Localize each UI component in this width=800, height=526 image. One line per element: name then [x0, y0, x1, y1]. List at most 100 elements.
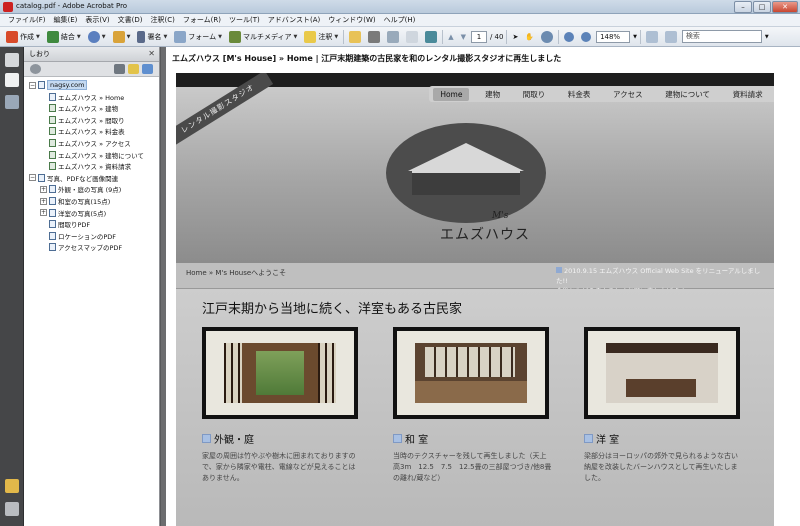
- search-input[interactable]: 検索: [681, 30, 762, 43]
- bookmark-label: エムズハウス » 資料請求: [58, 163, 132, 172]
- nav-request[interactable]: 資料請求: [726, 87, 770, 102]
- bookmark-item[interactable]: + 洋室の写真(5点): [40, 208, 106, 218]
- bookmark-item[interactable]: + 和室の写真(15点): [40, 196, 110, 206]
- menu-comments[interactable]: 注釈(C): [147, 15, 179, 25]
- bookmark-label: 外観・庭の写真 (9点): [58, 186, 122, 195]
- bookmark-item[interactable]: 間取りPDF: [40, 219, 90, 229]
- select-tool-button[interactable]: ➤: [510, 29, 520, 45]
- bookmark-item[interactable]: エムズハウス » 建物: [40, 103, 118, 113]
- menu-document[interactable]: 文書(D): [114, 15, 147, 25]
- bookmark-item[interactable]: − nagsy.com: [29, 80, 88, 90]
- save-button[interactable]: [385, 29, 401, 45]
- feature-card-exterior: 外観・庭 家屋の周囲は竹やぶや樹木に囲まれておりますので、家から隣家や電柱、電線…: [202, 327, 358, 482]
- pages-icon[interactable]: [5, 53, 19, 67]
- bookmark-item[interactable]: エムズハウス » 間取り: [40, 115, 125, 125]
- menu-forms[interactable]: フォーム(R): [179, 15, 225, 25]
- multimedia-button[interactable]: マルチメディア ▼: [227, 29, 299, 45]
- nav-floorplan[interactable]: 間取り: [516, 87, 553, 102]
- japanese-room-photo[interactable]: [415, 343, 527, 403]
- signatures-icon[interactable]: [5, 95, 19, 109]
- zoom-out-button[interactable]: [562, 29, 576, 45]
- menu-window[interactable]: ウィンドウ(W): [324, 15, 379, 25]
- chevron-down-icon: ▼: [36, 33, 40, 40]
- page-number-input[interactable]: 1: [470, 30, 487, 43]
- delete-bookmark-icon[interactable]: [114, 64, 125, 74]
- bookmarks-icon[interactable]: [5, 73, 19, 87]
- combine-button[interactable]: 結合 ▼: [45, 29, 83, 45]
- nav-about-building[interactable]: 建物について: [658, 87, 717, 102]
- bookmark-label: nagsy.com: [47, 80, 88, 90]
- prev-page-button[interactable]: ▲: [446, 29, 455, 45]
- expand-icon[interactable]: +: [40, 209, 47, 217]
- comment-button[interactable]: 注釈 ▼: [302, 29, 340, 45]
- expand-bookmark-icon[interactable]: [142, 64, 153, 74]
- menu-tools[interactable]: ツール(T): [225, 15, 264, 25]
- chevron-down-icon[interactable]: ▼: [765, 34, 769, 40]
- collapse-icon[interactable]: −: [29, 174, 36, 182]
- options-icon[interactable]: [30, 64, 41, 74]
- bookmark-item[interactable]: エムズハウス » 建物について: [40, 150, 144, 160]
- zoom-in-button[interactable]: [579, 29, 593, 45]
- collaborate-button[interactable]: ▼: [86, 29, 108, 45]
- bookmark-item[interactable]: アクセスマップのPDF: [40, 242, 122, 252]
- collapse-icon[interactable]: −: [29, 81, 36, 89]
- fit-page-button[interactable]: [644, 29, 660, 45]
- menu-file[interactable]: ファイル(F): [4, 15, 50, 25]
- bookmark-item[interactable]: + 外観・庭の写真 (9点): [40, 184, 121, 194]
- expand-icon[interactable]: +: [40, 185, 47, 193]
- card-text: 家屋の周囲は竹やぶや樹木に囲まれておりますので、家から隣家や電柱、電線などが見え…: [202, 452, 356, 482]
- bookmark-item[interactable]: − 写真、PDFなど画像関連: [29, 173, 118, 183]
- nav-home[interactable]: Home: [433, 87, 470, 101]
- bookmark-item[interactable]: エムズハウス » 料金表: [40, 126, 125, 136]
- bookmark-label: アクセスマップのPDF: [58, 244, 123, 253]
- nav-building[interactable]: 建物: [478, 87, 507, 102]
- marquee-zoom-button[interactable]: [539, 29, 555, 45]
- minus-circle-icon: [564, 31, 575, 42]
- attachments-icon[interactable]: [5, 502, 19, 516]
- close-panel-icon[interactable]: ✕: [148, 47, 155, 61]
- create-button[interactable]: 作成 ▼: [4, 29, 42, 45]
- menu-edit[interactable]: 編集(E): [50, 15, 82, 25]
- toolbar: 作成 ▼ 結合 ▼ ▼ ▼ 署名 ▼ フォーム ▼ マルチメディア ▼ 注釈 ▼ ▲ ▼ 1…: [0, 27, 800, 47]
- nav-pricing[interactable]: 料金表: [561, 87, 598, 102]
- print-button[interactable]: [366, 29, 382, 45]
- hand-tool-button[interactable]: ✋: [523, 29, 536, 45]
- expand-icon[interactable]: +: [40, 197, 47, 205]
- menu-help[interactable]: ヘルプ(H): [380, 15, 420, 25]
- bookmark-page-icon: [49, 127, 56, 136]
- comments-icon[interactable]: [5, 479, 19, 493]
- bookmark-label: 洋室の写真(5点): [58, 209, 107, 218]
- fit-width-button[interactable]: [663, 29, 679, 45]
- bookmark-item[interactable]: エムズハウス » 資料請求: [40, 161, 131, 171]
- close-button[interactable]: ✕: [772, 1, 798, 13]
- menu-advanced[interactable]: アドバンスト(A): [264, 15, 324, 25]
- open-button[interactable]: [347, 29, 363, 45]
- bookmark-label: 間取りPDF: [58, 221, 91, 230]
- email-button[interactable]: [404, 29, 420, 45]
- menu-view[interactable]: 表示(V): [81, 15, 113, 25]
- western-room-photo[interactable]: [606, 343, 718, 403]
- bookmark-item[interactable]: エムズハウス » Home: [40, 92, 124, 102]
- new-bookmark-icon[interactable]: [128, 64, 139, 74]
- main-heading: 江戸末期から当地に続く、洋室もある古民家: [202, 302, 463, 317]
- breadcrumb[interactable]: Home » M's Houseへようこそ: [186, 268, 286, 278]
- card-title: 洋 室: [596, 435, 620, 446]
- minimize-button[interactable]: –: [734, 1, 752, 13]
- maximize-button[interactable]: □: [753, 1, 771, 13]
- house-roof-graphic: [408, 143, 524, 171]
- bookmarks-title: しおり: [29, 50, 50, 58]
- share-button[interactable]: [423, 29, 439, 45]
- chevron-down-icon: ▼: [218, 33, 222, 40]
- nav-access[interactable]: アクセス: [606, 87, 650, 102]
- bookmark-item[interactable]: エムズハウス » アクセス: [40, 138, 131, 148]
- secure-button[interactable]: ▼: [111, 29, 133, 45]
- chevron-down-icon[interactable]: ▼: [633, 34, 637, 40]
- forms-button[interactable]: フォーム ▼: [172, 29, 224, 45]
- next-page-button[interactable]: ▼: [459, 29, 468, 45]
- bookmark-item[interactable]: ロケーションのPDF: [40, 231, 116, 241]
- zoom-level-select[interactable]: 148%: [596, 30, 631, 43]
- garden-photo[interactable]: [224, 343, 336, 403]
- sign-button[interactable]: 署名 ▼: [135, 29, 169, 45]
- card-title: 和 室: [405, 435, 429, 446]
- bookmarks-header: しおり ✕: [24, 47, 159, 62]
